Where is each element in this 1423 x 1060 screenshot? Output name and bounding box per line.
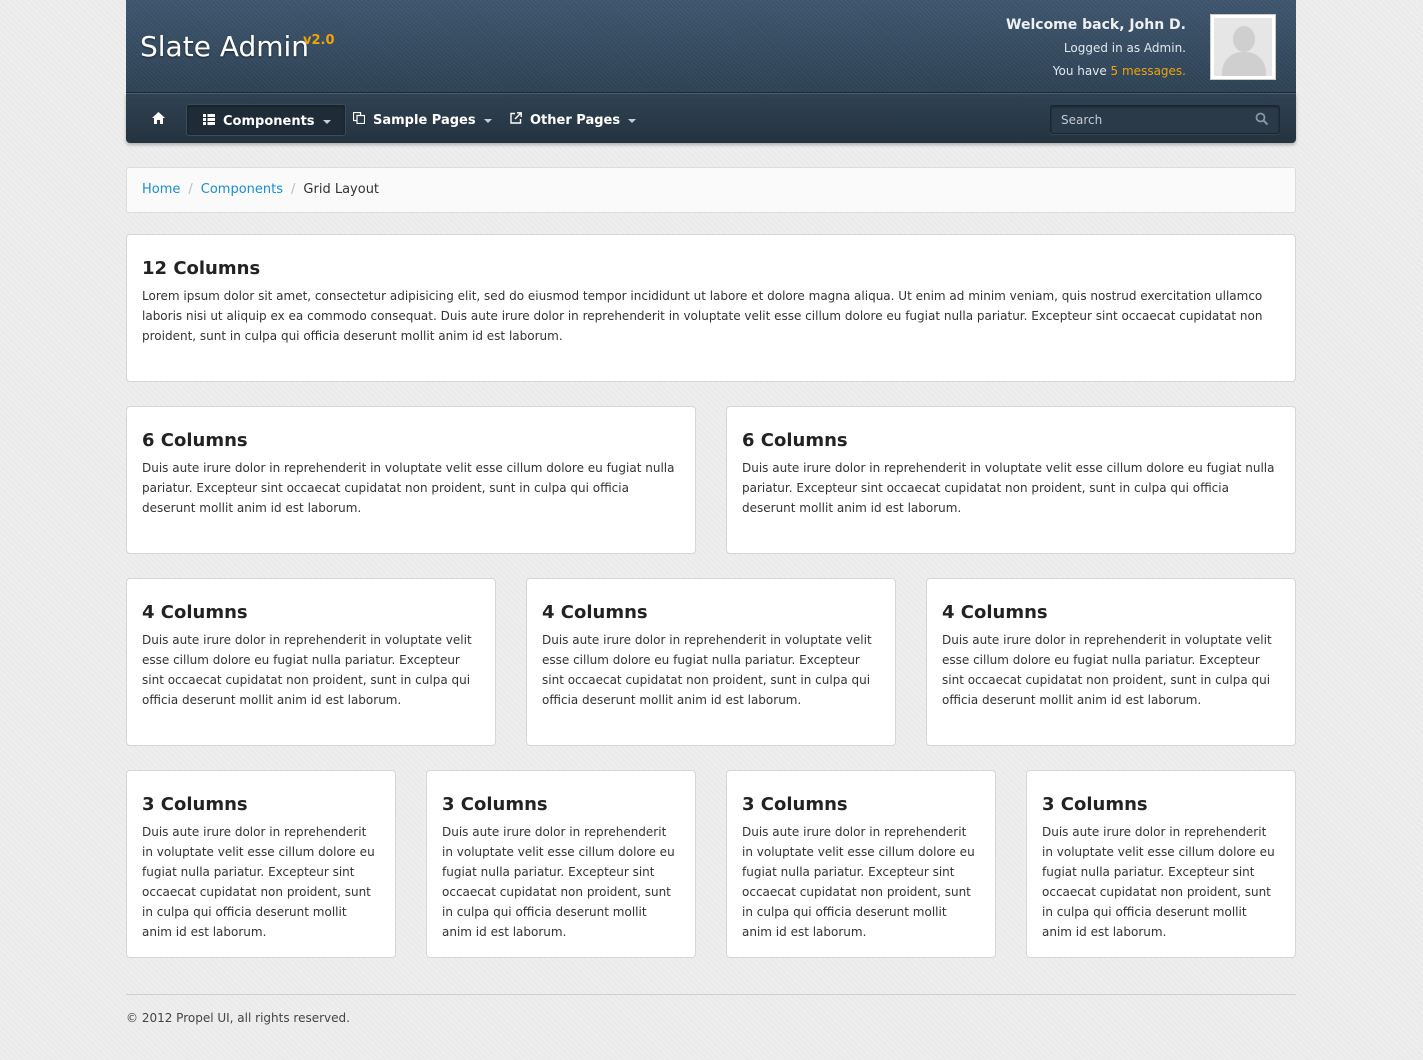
panel-title: 3 Columns — [742, 794, 848, 815]
panel-6-columns: 6 Columns Duis aute irure dolor in repre… — [726, 406, 1296, 554]
logged-in-text: Logged in as Admin. — [1063, 41, 1186, 55]
user-info: Welcome back, John D. Logged in as Admin… — [1006, 14, 1186, 83]
panel-title: 4 Columns — [142, 602, 248, 623]
panel-title: 3 Columns — [442, 794, 548, 815]
panel-3-columns: 3 Columns Duis aute irure dolor in repre… — [126, 770, 396, 958]
messages-link[interactable]: 5 messages. — [1111, 64, 1186, 78]
grid-icon — [201, 105, 217, 137]
nav-sample-pages-label: Sample Pages — [373, 113, 476, 128]
panel-title: 12 Columns — [142, 258, 261, 279]
avatar-placeholder-icon — [1214, 18, 1272, 76]
copy-icon — [351, 104, 367, 136]
panel-text: Duis aute irure dolor in reprehenderit i… — [142, 825, 375, 939]
panel-title: 4 Columns — [942, 602, 1048, 623]
panel-title: 3 Columns — [142, 794, 248, 815]
panel-text: Duis aute irure dolor in reprehenderit i… — [1042, 825, 1275, 939]
nav-components-label: Components — [223, 114, 315, 129]
panel-4-columns: 4 Columns Duis aute irure dolor in repre… — [526, 578, 896, 746]
header: Slate Admin v2.0 Welcome back, John D. L… — [126, 0, 1296, 93]
panel-text: Duis aute irure dolor in reprehenderit i… — [442, 825, 675, 939]
avatar[interactable] — [1210, 14, 1276, 80]
breadcrumb-home[interactable]: Home — [142, 182, 180, 197]
panel-12-columns: 12 Columns Lorem ipsum dolor sit amet, c… — [126, 234, 1296, 382]
panel-3-columns: 3 Columns Duis aute irure dolor in repre… — [726, 770, 996, 958]
panel-4-columns: 4 Columns Duis aute irure dolor in repre… — [926, 578, 1296, 746]
nav-other-pages[interactable]: Other Pages — [494, 104, 650, 136]
panel-text: Duis aute irure dolor in reprehenderit i… — [742, 461, 1275, 515]
chevron-down-icon — [322, 119, 331, 124]
panel-title: 3 Columns — [1042, 794, 1148, 815]
chevron-down-icon — [483, 118, 492, 123]
panel-text: Lorem ipsum dolor sit amet, consectetur … — [142, 289, 1263, 343]
breadcrumb: Home / Components / Grid Layout — [126, 167, 1296, 213]
search-input[interactable] — [1051, 106, 1279, 133]
panel-title: 6 Columns — [142, 430, 248, 451]
breadcrumb-components[interactable]: Components — [201, 182, 283, 197]
welcome-text: Welcome back, John D. — [1006, 17, 1186, 33]
panel-title: 4 Columns — [542, 602, 648, 623]
navbar: Components Sample Pages Other Pages — [126, 93, 1296, 143]
home-icon — [152, 112, 165, 124]
panel-text: Duis aute irure dolor in reprehenderit i… — [542, 633, 872, 707]
nav-home[interactable] — [144, 104, 173, 136]
search-box — [1050, 105, 1280, 134]
breadcrumb-current: Grid Layout — [303, 182, 380, 197]
panel-text: Duis aute irure dolor in reprehenderit i… — [942, 633, 1272, 707]
messages-line: You have 5 messages. — [1006, 60, 1186, 83]
external-link-icon — [508, 104, 524, 136]
panel-text: Duis aute irure dolor in reprehenderit i… — [142, 461, 675, 515]
footer-divider — [126, 994, 1296, 995]
panel-3-columns: 3 Columns Duis aute irure dolor in repre… — [426, 770, 696, 958]
nav-components[interactable]: Components — [186, 104, 346, 136]
panel-4-columns: 4 Columns Duis aute irure dolor in repre… — [126, 578, 496, 746]
panel-6-columns: 6 Columns Duis aute irure dolor in repre… — [126, 406, 696, 554]
panel-title: 6 Columns — [742, 430, 848, 451]
messages-prefix: You have — [1052, 64, 1111, 78]
panel-text: Duis aute irure dolor in reprehenderit i… — [142, 633, 472, 707]
panel-3-columns: 3 Columns Duis aute irure dolor in repre… — [1026, 770, 1296, 958]
search-icon[interactable] — [1255, 112, 1269, 126]
nav-sample-pages[interactable]: Sample Pages — [337, 104, 506, 136]
footer-copyright: © 2012 Propel UI, all rights reserved. — [126, 1011, 350, 1025]
nav-other-pages-label: Other Pages — [530, 113, 621, 128]
brand-logo[interactable]: Slate Admin — [140, 30, 309, 63]
chevron-down-icon — [628, 118, 637, 123]
panel-text: Duis aute irure dolor in reprehenderit i… — [742, 825, 975, 939]
version-badge: v2.0 — [303, 33, 335, 48]
